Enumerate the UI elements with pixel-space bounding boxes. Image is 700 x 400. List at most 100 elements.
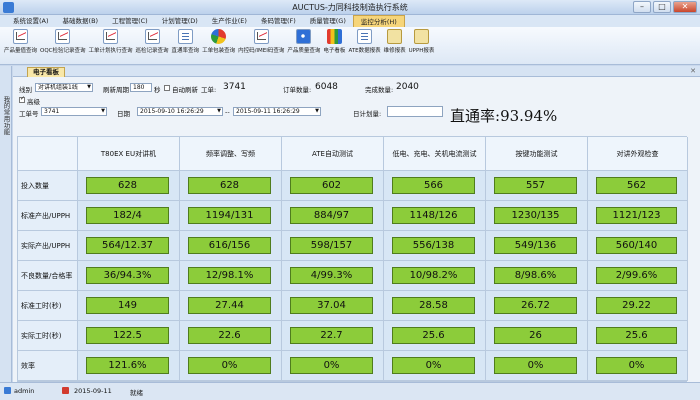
metric-box: 562 bbox=[596, 177, 677, 194]
auto-refresh-label: 自动刷新 bbox=[172, 86, 198, 94]
table-cell: 22.7 bbox=[282, 321, 384, 351]
menu-quality[interactable]: 质量管理(G) bbox=[303, 15, 353, 27]
tool-electronic-board[interactable]: 电子看板 bbox=[323, 27, 345, 54]
minimize-button[interactable]: – bbox=[633, 1, 651, 13]
yield-rate: 直通率:93.94% bbox=[450, 107, 558, 125]
table-cell: 36/94.3% bbox=[78, 261, 180, 291]
window-title: AUCTUS-力同科技制造执行系统 bbox=[292, 3, 408, 12]
color-bars-icon bbox=[326, 29, 342, 44]
toolbar: 产品量值查询 OQC检验记录查询 工单计划执行查询 巡检记录查询 直通率查询 工… bbox=[0, 27, 700, 65]
table-cell: 616/156 bbox=[180, 231, 282, 261]
tool-packaging-query[interactable]: 工单包装查询 bbox=[202, 27, 235, 54]
table-cell: 0% bbox=[588, 351, 688, 381]
book-icon bbox=[414, 29, 430, 44]
column-header: ATE自动测试 bbox=[282, 137, 384, 171]
tool-yield-query[interactable]: 直通率查询 bbox=[172, 27, 199, 54]
close-button[interactable]: ✕ bbox=[673, 1, 697, 13]
table-cell: 12/98.1% bbox=[180, 261, 282, 291]
status-state: 就绪 bbox=[130, 389, 143, 397]
maximize-button[interactable]: □ bbox=[653, 1, 671, 13]
column-header: 按键功能测试 bbox=[486, 137, 588, 171]
date-to-picker[interactable]: 2015-09-11 16:26:29 ▼ bbox=[233, 107, 321, 116]
tool-product-quality-query[interactable]: 产品质量查询 bbox=[287, 27, 320, 54]
metric-box: 27.44 bbox=[188, 297, 271, 314]
daily-plan-input[interactable] bbox=[387, 106, 443, 117]
date-from-picker[interactable]: 2015-09-10 16:26:29 ▼ bbox=[137, 107, 223, 116]
order-qty-label: 订单数量: bbox=[283, 86, 312, 94]
metric-box: 549/136 bbox=[494, 237, 577, 254]
metric-box: 121.6% bbox=[86, 357, 169, 374]
metric-box: 884/97 bbox=[290, 207, 373, 224]
table-cell: 628 bbox=[78, 171, 180, 201]
done-qty-value: 2040 bbox=[396, 82, 419, 92]
metric-box: 628 bbox=[188, 177, 271, 194]
metric-box: 25.6 bbox=[392, 327, 475, 344]
metric-box: 557 bbox=[494, 177, 577, 194]
wo-no-select[interactable]: 3741 ▼ bbox=[41, 107, 107, 116]
document-icon bbox=[177, 29, 193, 44]
advanced-checkbox[interactable] bbox=[19, 95, 25, 103]
menu-production[interactable]: 生产作业(E) bbox=[205, 15, 254, 27]
status-bar: admin 2015-09-11 就绪 bbox=[0, 382, 700, 400]
table-cell: 122.5 bbox=[78, 321, 180, 351]
menu-barcode[interactable]: 条码管理(F) bbox=[254, 15, 303, 27]
chart-icon bbox=[103, 29, 119, 44]
metric-box: 182/4 bbox=[86, 207, 169, 224]
line-select[interactable]: 对讲机组装1线 ▼ bbox=[35, 83, 93, 92]
refresh-label: 刷新周期 bbox=[103, 86, 129, 94]
metric-box: 2/99.6% bbox=[596, 267, 677, 284]
tool-upph-report[interactable]: UPPH报表 bbox=[409, 27, 434, 54]
table-cell: 10/98.2% bbox=[384, 261, 486, 291]
row-label: 实际工时(秒) bbox=[18, 321, 78, 351]
table-cell: 4/99.3% bbox=[282, 261, 384, 291]
metric-box: 28.58 bbox=[392, 297, 475, 314]
chart-icon bbox=[55, 29, 71, 44]
menu-system-settings[interactable]: 系统设置(A) bbox=[6, 15, 56, 27]
chart-icon bbox=[144, 29, 160, 44]
tool-patrol-record-query[interactable]: 巡检记录查询 bbox=[136, 27, 169, 54]
table-cell: 121.6% bbox=[78, 351, 180, 381]
metric-box: 598/157 bbox=[290, 237, 373, 254]
row-label: 标准工时(秒) bbox=[18, 291, 78, 321]
pie-chart-icon bbox=[211, 29, 227, 44]
row-label: 标准产出/UPPH bbox=[18, 201, 78, 231]
table-cell: 0% bbox=[282, 351, 384, 381]
tab-electronic-board[interactable]: 电子看板 bbox=[27, 67, 65, 77]
metric-box: 560/140 bbox=[596, 237, 677, 254]
menu-planning[interactable]: 计划管理(D) bbox=[155, 15, 205, 27]
metric-box: 566 bbox=[392, 177, 475, 194]
metric-box: 556/138 bbox=[392, 237, 475, 254]
metric-box: 22.6 bbox=[188, 327, 271, 344]
tool-workorder-plan-query[interactable]: 工单计划执行查询 bbox=[89, 27, 133, 54]
menu-basic-data[interactable]: 基础数据(B) bbox=[56, 15, 106, 27]
refresh-input[interactable]: 180 bbox=[130, 83, 152, 92]
metric-box: 0% bbox=[596, 357, 677, 374]
close-icon[interactable]: ✕ bbox=[690, 67, 696, 75]
row-label: 投入数量 bbox=[18, 171, 78, 201]
metric-box: 37.04 bbox=[290, 297, 373, 314]
tool-imei-query[interactable]: 内控码/IMEI码查询 bbox=[238, 27, 284, 54]
metric-box: 12/98.1% bbox=[188, 267, 271, 284]
chart-icon bbox=[253, 29, 269, 44]
tool-repair-report[interactable]: 维修报表 bbox=[384, 27, 406, 54]
table-cell: 549/136 bbox=[486, 231, 588, 261]
table-cell: 0% bbox=[384, 351, 486, 381]
auto-refresh-checkbox[interactable] bbox=[164, 85, 170, 91]
menu-monitoring[interactable]: 监控分析(H) bbox=[352, 15, 405, 27]
wo-no-label: 工单号 bbox=[19, 110, 39, 118]
favorites-side-tab[interactable]: 我的常用功能 bbox=[0, 66, 12, 382]
table-cell: 2/99.6% bbox=[588, 261, 688, 291]
metric-box: 1121/123 bbox=[596, 207, 677, 224]
metric-box: 8/98.6% bbox=[494, 267, 577, 284]
menu-engineering[interactable]: 工程管理(C) bbox=[105, 15, 155, 27]
table-cell: 884/97 bbox=[282, 201, 384, 231]
corner-cell bbox=[18, 137, 78, 171]
table-cell: 0% bbox=[486, 351, 588, 381]
metric-box: 0% bbox=[188, 357, 271, 374]
tool-ate-report[interactable]: ATE数据报表 bbox=[348, 27, 381, 54]
tool-oqc-record-query[interactable]: OQC检验记录查询 bbox=[40, 27, 86, 54]
table-cell: 560/140 bbox=[588, 231, 688, 261]
tool-product-output-query[interactable]: 产品量值查询 bbox=[4, 27, 37, 54]
user-icon bbox=[4, 387, 11, 394]
chart-icon bbox=[13, 29, 28, 44]
